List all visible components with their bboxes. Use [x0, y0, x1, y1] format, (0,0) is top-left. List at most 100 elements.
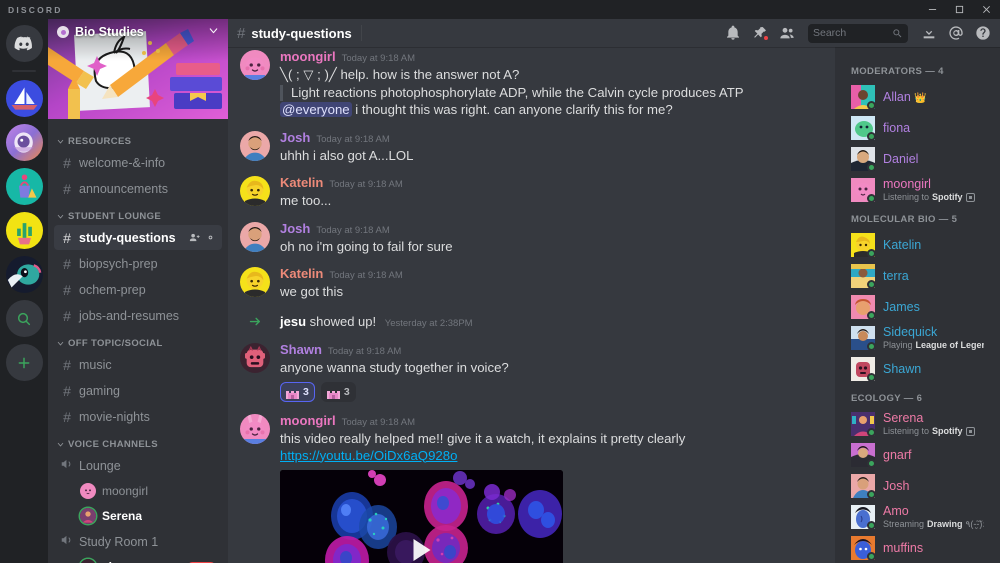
message-body: Katelin Today at 9:18 AM me too... — [280, 175, 823, 210]
message-author[interactable]: Shawn — [280, 342, 322, 358]
member-item-serena[interactable]: Serena Listening to Spotify — [843, 408, 992, 439]
home-button[interactable] — [5, 25, 43, 62]
voice-member-serena[interactable]: Serena — [54, 504, 222, 528]
sidebar-channel-movie-nights[interactable]: # movie-nights — [54, 404, 222, 429]
close-icon[interactable] — [973, 0, 1000, 19]
server-icon-satchel[interactable] — [5, 168, 43, 205]
server-icon-cactus[interactable] — [5, 212, 43, 249]
status-online-indicator — [867, 427, 876, 437]
gear-icon[interactable] — [205, 232, 216, 243]
create-invite-icon[interactable] — [189, 232, 200, 243]
message-body: Katelin Today at 9:18 AM we got this — [280, 266, 823, 301]
reaction-badge[interactable]: 3 — [320, 382, 356, 402]
hash-icon: # — [63, 281, 71, 298]
search-box[interactable] — [808, 23, 908, 43]
sidebar-voice-channel-lounge[interactable]: Lounge — [54, 453, 222, 478]
inbox-icon[interactable] — [921, 25, 937, 41]
message-text: we got this — [280, 284, 344, 299]
avatar[interactable] — [240, 414, 270, 444]
category-student-lounge[interactable]: STUDENT LOUNGE — [48, 202, 228, 225]
avatar[interactable] — [240, 342, 270, 373]
member-item-josh[interactable]: Josh — [843, 470, 992, 501]
member-item-james[interactable]: James — [843, 291, 992, 322]
sidebar-voice-channel-study-room-1[interactable]: Study Room 1 — [54, 529, 222, 554]
message-author[interactable]: Josh — [280, 130, 310, 146]
server-header-row[interactable]: Bio Studies — [48, 19, 228, 45]
sidebar-channel-ochem-prep[interactable]: # ochem-prep — [54, 277, 222, 302]
avatar[interactable] — [240, 50, 270, 80]
pinned-messages-icon[interactable] — [752, 25, 769, 41]
hash-icon: # — [63, 229, 71, 246]
server-banner[interactable]: Bio Studies — [48, 19, 228, 119]
member-item-fiona[interactable]: fiona — [843, 112, 992, 143]
member-item-amo[interactable]: Amo Streaming Drawing ٩(-̮̮̃-̃)۶ — [843, 501, 992, 532]
hash-icon: # — [63, 382, 71, 399]
sidebar-channel-music[interactable]: # music — [54, 352, 222, 377]
header-actions — [725, 23, 991, 43]
message-header: Josh Today at 9:18 AM — [280, 221, 823, 239]
member-item-shawn[interactable]: Shawn — [843, 353, 992, 384]
member-item-muffins[interactable]: muffins — [843, 532, 992, 563]
message-author[interactable]: Katelin — [280, 175, 323, 191]
voice-member-shawn[interactable]: shawn LIVE — [54, 555, 222, 563]
server-icon-creature[interactable] — [5, 256, 43, 293]
category-voice-channels[interactable]: VOICE CHANNELS — [48, 430, 228, 453]
avatar[interactable] — [240, 267, 270, 297]
explore-servers-button[interactable] — [5, 300, 43, 337]
message-author[interactable]: Katelin — [280, 266, 323, 282]
member-list-icon[interactable] — [779, 25, 795, 41]
mentions-icon[interactable] — [948, 25, 964, 41]
help-icon[interactable] — [975, 25, 991, 41]
server-icon-astronaut[interactable] — [5, 124, 43, 161]
category-off-topic-social[interactable]: OFF TOPIC/SOCIAL — [48, 329, 228, 352]
member-item-terra[interactable]: terra — [843, 260, 992, 291]
chevron-down-icon[interactable] — [207, 24, 220, 40]
sidebar-channel-study-questions[interactable]: # study-questions — [54, 225, 222, 250]
system-message-user[interactable]: jesu — [280, 314, 306, 329]
mention-everyone[interactable]: @everyone — [280, 102, 352, 117]
message-author[interactable]: Josh — [280, 221, 310, 237]
avatar[interactable] — [240, 176, 270, 206]
status-online-indicator — [867, 193, 876, 203]
avatar — [851, 504, 876, 530]
message-text: anyone wanna study together in voice? — [280, 359, 509, 375]
member-name: Allan — [883, 90, 911, 104]
voice-member-moongirl[interactable]: moongirl — [54, 479, 222, 503]
reaction-count: 3 — [303, 386, 309, 398]
server-icon-sailboat[interactable] — [5, 80, 43, 117]
minimize-icon[interactable] — [919, 0, 946, 19]
video-embed[interactable] — [280, 470, 563, 563]
member-item-moongirl[interactable]: moongirl Listening to Spotify — [843, 174, 992, 205]
member-item-sidequick[interactable]: Sidequick Playing League of Legends — [843, 322, 992, 353]
category-resources[interactable]: RESOURCES — [48, 127, 228, 150]
member-name: Daniel — [883, 152, 919, 166]
avatar — [851, 115, 876, 141]
notifications-icon[interactable] — [725, 25, 741, 41]
avatar[interactable] — [240, 130, 270, 161]
sidebar-channel-gaming[interactable]: # gaming — [54, 378, 222, 403]
member-item-gnarf[interactable]: gnarf — [843, 439, 992, 470]
play-icon[interactable] — [413, 538, 430, 561]
add-server-button[interactable] — [5, 344, 43, 381]
sidebar-channel-announcements[interactable]: # announcements — [54, 176, 222, 201]
member-item-katelin[interactable]: Katelin — [843, 229, 992, 260]
search-input[interactable] — [813, 27, 889, 39]
message-timestamp: Today at 9:18 AM — [329, 270, 403, 281]
category-label: RESOURCES — [68, 136, 132, 147]
channel-label: music — [79, 357, 112, 372]
message-list[interactable]: moongirl Today at 9:18 AM ╲( ; ▽ ; )╱ he… — [228, 47, 835, 563]
sidebar-channel-jobs-and-resumes[interactable]: # jobs-and-resumes — [54, 303, 222, 328]
sidebar-channel-welcome-info[interactable]: # welcome-&-info — [54, 150, 222, 175]
maximize-icon[interactable] — [946, 0, 973, 19]
message-author[interactable]: moongirl — [280, 49, 336, 65]
avatar[interactable] — [240, 221, 270, 252]
channel-list[interactable]: RESOURCES # welcome-&-info # announcemen… — [48, 119, 228, 563]
member-item-allan[interactable]: Allan 👑 — [843, 81, 992, 112]
member-list-panel[interactable]: MODERATORS — 4 Allan 👑 fiona Daniel moon… — [835, 47, 1000, 563]
speaker-icon — [60, 533, 74, 550]
message-author[interactable]: moongirl — [280, 413, 336, 429]
reaction-badge[interactable]: 3 — [280, 382, 315, 402]
message-link[interactable]: https://youtu.be/OiDx6aQ928o — [280, 448, 457, 463]
member-item-daniel[interactable]: Daniel — [843, 143, 992, 174]
sidebar-channel-biopsych-prep[interactable]: # biopsych-prep — [54, 251, 222, 276]
